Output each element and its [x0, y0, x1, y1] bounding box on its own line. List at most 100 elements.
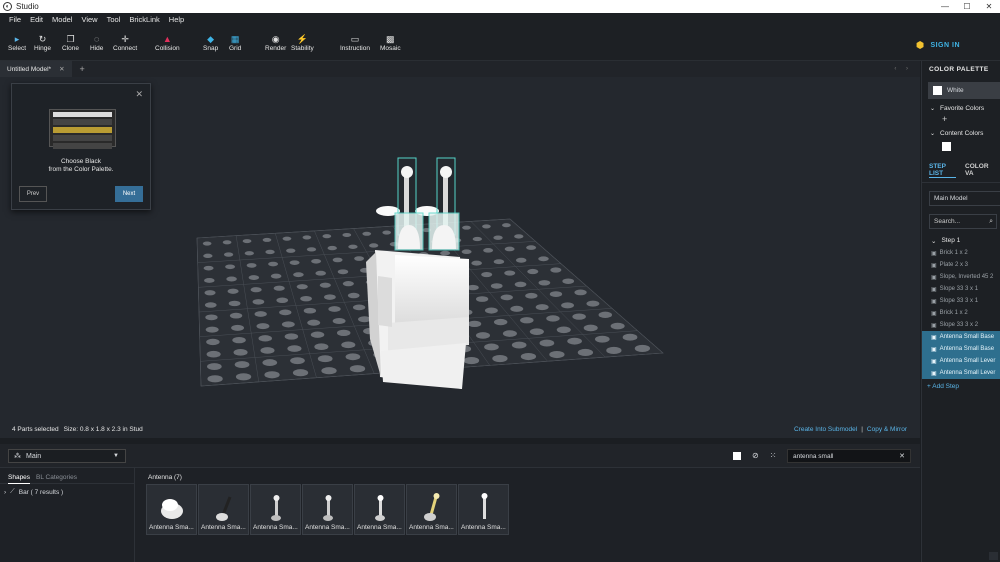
- step-list-item[interactable]: ▣ Slope, Inverted 45 2: [922, 271, 1000, 283]
- 3d-viewport[interactable]: ✕ Choose Black from the Color Palette. P…: [0, 77, 920, 420]
- add-tab-icon[interactable]: +: [80, 64, 85, 74]
- chevron-down-icon: ▼: [113, 453, 119, 459]
- step-list-item[interactable]: ▣ Slope 33 3 x 1: [922, 283, 1000, 295]
- hinge-label: Hinge: [34, 45, 51, 52]
- instruction-label: Instruction: [340, 45, 370, 52]
- selected-color-button[interactable]: White: [928, 82, 1000, 99]
- tutorial-message-line2: from the Color Palette.: [48, 166, 114, 173]
- render-tool[interactable]: ◉ Render: [265, 33, 286, 52]
- copy-mirror-link[interactable]: Copy & Mirror: [867, 426, 907, 433]
- baseplate-stud: [328, 306, 341, 312]
- palette-dropdown[interactable]: ⁂ Main ▼: [8, 449, 126, 463]
- step-list-item[interactable]: ▣ Brick 1 x 2: [922, 247, 1000, 259]
- mosaic-tool[interactable]: ▩ Mosaic: [380, 33, 401, 52]
- collision-icon: ▲: [162, 34, 172, 44]
- menu-bricklink[interactable]: BrickLink: [120, 15, 159, 24]
- part-card[interactable]: Antenna Sma...: [354, 484, 405, 535]
- add-favorite-color-icon[interactable]: +: [922, 114, 1000, 124]
- prev-button[interactable]: Prev: [19, 186, 47, 202]
- baseplate-stud: [303, 307, 317, 314]
- tab-step-list[interactable]: STEP LIST: [929, 163, 957, 178]
- step-list-item[interactable]: ▣ Slope 33 3 x 1: [922, 295, 1000, 307]
- menu-help[interactable]: Help: [160, 15, 184, 24]
- close-window-button[interactable]: ✕: [978, 2, 1000, 11]
- menu-view[interactable]: View: [72, 15, 97, 24]
- baseplate-stud: [472, 236, 482, 242]
- baseplate-stud: [500, 294, 513, 301]
- add-step-button[interactable]: + Add Step: [922, 379, 1000, 394]
- sign-in-button[interactable]: ⬢ SIGN IN: [916, 40, 960, 51]
- baseplate-stud: [223, 252, 234, 257]
- tab-scroll-arrows[interactable]: ‹ ›: [894, 66, 912, 72]
- palette-icon: ⁂: [14, 453, 21, 460]
- baseplate-stud: [231, 324, 245, 331]
- hide-tool[interactable]: ◌ Hide: [90, 33, 103, 52]
- clear-search-icon[interactable]: ✕: [899, 452, 905, 460]
- baseplate-stud: [527, 268, 539, 275]
- menu-model[interactable]: Model: [43, 15, 72, 24]
- tab-bl-categories[interactable]: BL Categories: [36, 474, 77, 483]
- part-card[interactable]: Antenna Sma...: [198, 484, 249, 535]
- instruction-tool[interactable]: ▭ Instruction: [340, 33, 370, 52]
- baseplate-stud: [556, 326, 571, 334]
- hinge-tool[interactable]: ↻ Hinge: [34, 33, 51, 52]
- menu-tool[interactable]: Tool: [98, 15, 121, 24]
- connect-tool[interactable]: ✛ Connect: [113, 33, 137, 52]
- clone-tool[interactable]: ❐ Clone: [62, 33, 79, 52]
- stability-icon: ⚡: [296, 34, 308, 44]
- baseplate-stud: [549, 291, 563, 297]
- favorite-colors-section[interactable]: ⌄ Favorite Colors: [922, 99, 1000, 114]
- baseplate-stud: [296, 284, 308, 290]
- step-search-input[interactable]: Search... ⌕: [929, 214, 997, 229]
- grid-view-icon[interactable]: ⁙: [770, 451, 777, 460]
- bar-icon: ⟋: [10, 488, 15, 495]
- model-selector[interactable]: Main Model: [929, 191, 1000, 206]
- grid-tool[interactable]: ▦ Grid: [229, 33, 241, 52]
- part-card[interactable]: Antenna Sma...: [146, 484, 197, 535]
- content-color-swatch-white[interactable]: [942, 142, 951, 151]
- step-list-item[interactable]: ▣ Antenna Small Lever: [922, 355, 1000, 367]
- minimize-button[interactable]: —: [934, 2, 956, 11]
- step-1-header[interactable]: ⌄ Step 1: [922, 229, 1000, 247]
- step-list-item[interactable]: ▣ Plate 2 x 3: [922, 259, 1000, 271]
- step-list-item[interactable]: ▣ Antenna Small Base: [922, 343, 1000, 355]
- tab-color-variants[interactable]: COLOR VA: [965, 163, 993, 178]
- create-submodel-link[interactable]: Create Into Submodel: [794, 426, 857, 433]
- category-panel: Shapes BL Categories › ⟋ Bar ( 7 results…: [0, 468, 135, 562]
- brick-icon: ▣: [931, 274, 937, 281]
- filter-icon[interactable]: ⊘: [752, 451, 759, 460]
- part-search-input[interactable]: antenna small ✕: [787, 449, 911, 463]
- menu-file[interactable]: File: [0, 15, 21, 24]
- baseplate-stud: [336, 329, 351, 337]
- white-swatch-icon[interactable]: [733, 452, 741, 460]
- baseplate-stud: [315, 270, 326, 276]
- select-icon: ▸: [14, 34, 20, 44]
- snap-tool[interactable]: ◆ Snap: [203, 33, 218, 52]
- part-card[interactable]: Antenna Sma...: [406, 484, 457, 535]
- baseplate-stud: [348, 244, 358, 249]
- tab-untitled-model[interactable]: Untitled Model* ✕: [0, 61, 72, 77]
- baseplate-stud: [327, 245, 337, 251]
- step-list-item[interactable]: ▣ Slope 33 3 x 2: [922, 319, 1000, 331]
- menu-edit[interactable]: Edit: [21, 15, 43, 24]
- step-list-item[interactable]: ▣ Brick 1 x 2: [922, 307, 1000, 319]
- baseplate-stud: [484, 307, 498, 314]
- collision-tool[interactable]: ▲ Collision: [155, 33, 180, 52]
- baseplate-stud: [341, 341, 356, 349]
- select-tool[interactable]: ▸ Select: [8, 33, 26, 52]
- close-icon[interactable]: ✕: [135, 89, 143, 100]
- next-button[interactable]: Next: [115, 186, 143, 202]
- step-list-item[interactable]: ▣ Antenna Small Base: [922, 331, 1000, 343]
- part-card[interactable]: Antenna Sma...: [458, 484, 509, 535]
- part-card[interactable]: Antenna Sma...: [302, 484, 353, 535]
- content-colors-section[interactable]: ⌄ Content Colors: [922, 124, 1000, 139]
- tab-shapes[interactable]: Shapes: [8, 474, 31, 484]
- maximize-button[interactable]: ☐: [956, 2, 978, 11]
- part-card[interactable]: Antenna Sma...: [250, 484, 301, 535]
- scroll-down-button[interactable]: [989, 552, 998, 560]
- stability-tool[interactable]: ⚡ Stability: [291, 33, 314, 52]
- close-tab-icon[interactable]: ✕: [59, 65, 64, 73]
- category-item-bar[interactable]: › ⟋ Bar ( 7 results ): [0, 484, 134, 500]
- step-list-item[interactable]: ▣ Antenna Small Lever: [922, 367, 1000, 379]
- tutorial-message-line1: Choose Black: [60, 158, 102, 165]
